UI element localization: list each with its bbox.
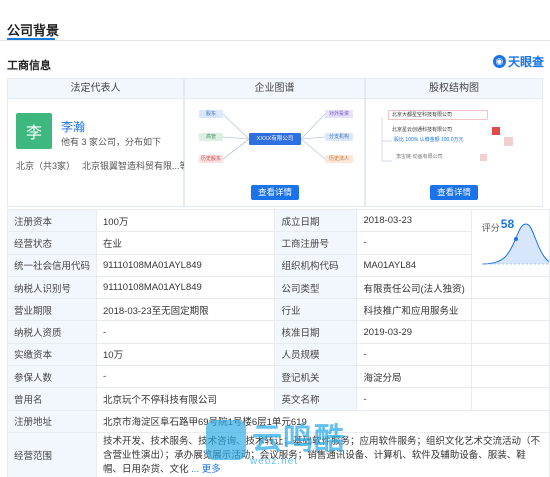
field-label: 统一社会信用代码 [6,253,98,277]
rep-location: 北京（共3家） [16,161,76,171]
eye-icon: ◉ [492,55,506,68]
field-label: 核准日期 [274,320,358,344]
field-label: 参保人数 [6,365,98,389]
table-row: 经营状态 在业 工商注册号 - [6,231,550,255]
field-label: 注册地址 [6,409,98,433]
table-row: 注册资本 100万 成立日期 2018-03-23 评分 58 [6,208,550,277]
field-value: - [356,387,472,411]
field-label: 组织机构代码 [274,253,358,277]
avatar[interactable]: 李 [16,113,52,149]
field-value: 有限责任公司(法人独资) [356,275,472,300]
watermark-logo-icon [206,420,246,460]
field-value: 在业 [96,231,276,255]
field-label: 注册资本 [6,208,98,233]
empty-cell [471,298,550,322]
graph-center-node: XXXX有限公司 [249,133,301,145]
section-title: 公司背景 [7,23,60,38]
graph-node-executive: 高管 [199,133,223,141]
company-graph-panel: 企业图谱 股东 高管 历史股东 XXXX有限公司 对外投资 分支机构 历史法人 … [184,78,365,207]
table-row: 实缴资本 10万 人员规模 - [6,342,550,367]
field-value: 91110108MA01AYL849 [96,253,276,277]
panel-header: 法定代表人 [8,79,183,99]
field-value: - [96,320,276,344]
field-label: 登记机关 [274,365,358,389]
equity-badge-icon [504,137,513,146]
legal-rep-panel: 法定代表人 李 李瀚 他有 3 家公司，分布如下 北京（共3家） 北京银翼智造科… [7,78,189,207]
table-row: 纳税人资质 - 核准日期 2019-03-29 [6,320,550,344]
panel-header: 股权结构图 [366,79,542,99]
field-label: 英文名称 [274,387,358,411]
equity-top-node: 北京大都星空科技有限公司 [388,110,488,120]
field-label: 曾用名 [6,387,98,411]
field-value: 10万 [96,342,276,367]
empty-cell [471,342,550,367]
watermark-text: 云鸣酷 [252,423,345,456]
graph-node-history-shareholder: 历史股东 [199,155,223,163]
company-background-page: 公司背景 工商信息 ◉ 天眼查 法定代表人 李 李瀚 他有 3 家公司，分布如下… [0,0,550,477]
field-value: 科技推广和应用服务业 [356,298,472,322]
empty-cell [471,365,550,389]
equity-detail-button[interactable]: 查看详情 [430,185,478,200]
field-value: 2019-03-29 [356,320,472,344]
field-value: - [356,342,472,367]
field-label: 经营范围 [6,431,98,477]
score-cell[interactable]: 评分 58 [470,209,550,277]
equity-badge-icon [492,127,500,135]
panel-header: 企业图谱 [185,79,364,99]
equity-share-info: 股比 100% 认缴金额 100.0万元 [392,136,502,144]
field-value: - [356,231,472,255]
brand-name: 天眼查 [507,55,544,69]
watermark-url: webz.net [250,456,299,467]
table-row: 营业期限 2018-03-23至无固定期限 行业 科技推广和应用服务业 [6,298,550,322]
score-label: 评分 [481,223,500,233]
field-label: 纳税人识别号 [6,275,98,300]
field-value: 91110108MA01AYL849 [96,275,276,300]
empty-cell [471,275,550,300]
field-value: 2018-03-23 [356,208,472,233]
graph-node-investment: 对外投资 [325,110,353,118]
watermark: 云鸣酷 webz.net [206,412,376,470]
table-row: 统一社会信用代码 91110108MA01AYL849 组织机构代码 MA01AYL8… [6,253,550,277]
graph-node-branch: 分支机构 [325,133,353,141]
field-value: 海淀分局 [356,365,472,389]
field-label: 工商注册号 [274,231,358,255]
rep-desc: 他有 3 家公司，分布如下 [61,137,162,147]
field-value: - [96,365,276,389]
field-label: 营业期限 [6,298,98,322]
graph-node-history-legal: 历史法人 [325,155,353,163]
field-label: 实缴资本 [6,342,98,367]
business-info-title: 工商信息 [7,60,51,72]
field-value: 2018-03-23至无固定期限 [96,298,276,322]
rep-company-link[interactable]: 北京银翼智造科贸有限...等 [82,159,189,172]
field-label: 公司类型 [274,275,358,300]
field-value: 北京玩个不停科技有限公司 [96,387,276,411]
graph-node-shareholder: 股东 [199,110,223,118]
table-row: 纳税人识别号 91110108MA01AYL849 公司类型 有限责任公司(法人独资) [6,275,550,300]
equity-mid-node: 北京星云创通科技有限公司 [388,126,488,134]
rep-name-link[interactable]: 李瀚 [61,118,85,135]
divider [0,40,550,41]
field-label: 行业 [274,298,358,322]
table-row: 参保人数 - 登记机关 海淀分局 [6,365,550,389]
equity-bottom-node: 李宝链·动画有限公司 [392,153,488,161]
score-value: 58 [500,217,515,231]
equity-badge-icon [480,154,487,161]
field-label: 人员规模 [274,342,358,367]
field-value: MA01AYL84 [356,253,472,277]
empty-cell [471,320,550,344]
tianyancha-logo[interactable]: ◉ 天眼查 [492,53,544,70]
equity-structure-panel: 股权结构图 北京大都星空科技有限公司 北京星云创通科技有限公司 股比 100% … [365,78,543,207]
empty-cell [471,387,550,411]
graph-detail-button[interactable]: 查看详情 [251,185,299,200]
field-label: 成立日期 [274,208,358,233]
field-label: 纳税人资质 [6,320,98,344]
field-value: 100万 [96,208,276,233]
field-label: 经营状态 [6,231,98,255]
table-row: 曾用名 北京玩个不停科技有限公司 英文名称 - [6,387,550,411]
